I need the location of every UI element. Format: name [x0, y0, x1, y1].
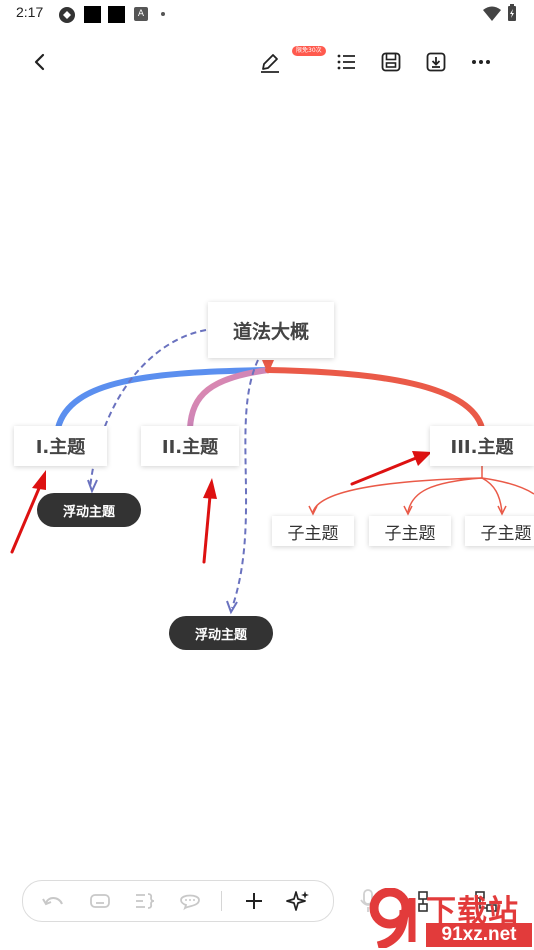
- root-topic[interactable]: 道法大概: [208, 302, 334, 358]
- summary-button[interactable]: [130, 886, 160, 916]
- ai-button[interactable]: [283, 886, 313, 916]
- keyboard-button[interactable]: [85, 886, 115, 916]
- floating-link-2-arrowhead: [226, 600, 238, 615]
- undo-button[interactable]: [39, 886, 69, 916]
- keyboard-icon: [90, 894, 110, 908]
- branch-pink: [187, 367, 271, 431]
- comment-button[interactable]: [175, 886, 205, 916]
- watermark-logo-icon: [369, 888, 416, 948]
- bracket-icon: [136, 893, 155, 909]
- topic-3[interactable]: III.主题: [430, 426, 534, 466]
- watermark: 下载站 91xz.net: [362, 886, 534, 950]
- sparkle-icon: [286, 891, 309, 911]
- subtopic-3[interactable]: 子主题: [465, 516, 534, 546]
- floating-topic-1[interactable]: 浮动主题: [37, 493, 141, 527]
- annotation-arrow-2: [202, 478, 217, 564]
- annotation-arrow-3: [350, 451, 432, 486]
- sub-link-1: [312, 477, 483, 513]
- bottom-toolbar: [22, 880, 334, 922]
- add-icon: [246, 893, 262, 909]
- undo-icon: [42, 897, 63, 906]
- mindmap-connectors: [10, 329, 534, 615]
- topic-2[interactable]: II.主题: [141, 426, 239, 466]
- floating-link-2: [231, 359, 259, 609]
- subtopic-2[interactable]: 子主题: [369, 516, 451, 546]
- sub-link-2: [407, 477, 483, 513]
- comment-icon: [180, 894, 200, 911]
- subtopic-1[interactable]: 子主题: [272, 516, 354, 546]
- mindmap-editor-screen: 2:17 A 限免30次 道法大概 I.主题 II.主题 III.主题 子主题 …: [0, 0, 534, 950]
- toolbar-divider: [221, 891, 222, 911]
- topic-1[interactable]: I.主题: [14, 426, 107, 466]
- add-topic-button[interactable]: [239, 886, 269, 916]
- floating-topic-2[interactable]: 浮动主题: [169, 616, 273, 650]
- watermark-domain: 91xz.net: [426, 923, 532, 947]
- sub-link-4: [481, 477, 534, 495]
- branch-red: [265, 367, 485, 431]
- floating-link-1-arrowhead: [87, 479, 98, 494]
